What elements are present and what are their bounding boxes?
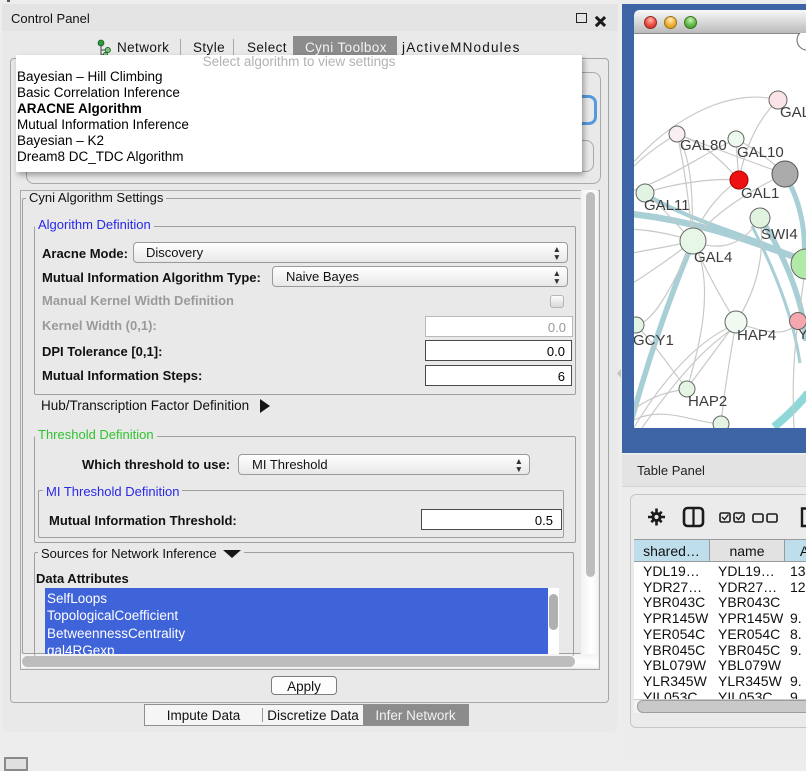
svg-text:GAL11: GAL11	[644, 197, 690, 214]
svg-text:Y: Y	[798, 326, 806, 343]
svg-text:GAL4: GAL4	[694, 249, 732, 266]
svg-text:HAP2: HAP2	[688, 393, 727, 410]
svg-text:GCY1: GCY1	[634, 332, 674, 349]
svg-text:GAL10: GAL10	[737, 144, 784, 161]
svg-text:GAL7: GAL7	[780, 104, 806, 121]
svg-text:GAL1: GAL1	[741, 185, 779, 202]
svg-text:GAL80: GAL80	[680, 137, 727, 154]
svg-text:HAP4: HAP4	[737, 327, 776, 344]
svg-text:SWI4: SWI4	[761, 226, 798, 243]
